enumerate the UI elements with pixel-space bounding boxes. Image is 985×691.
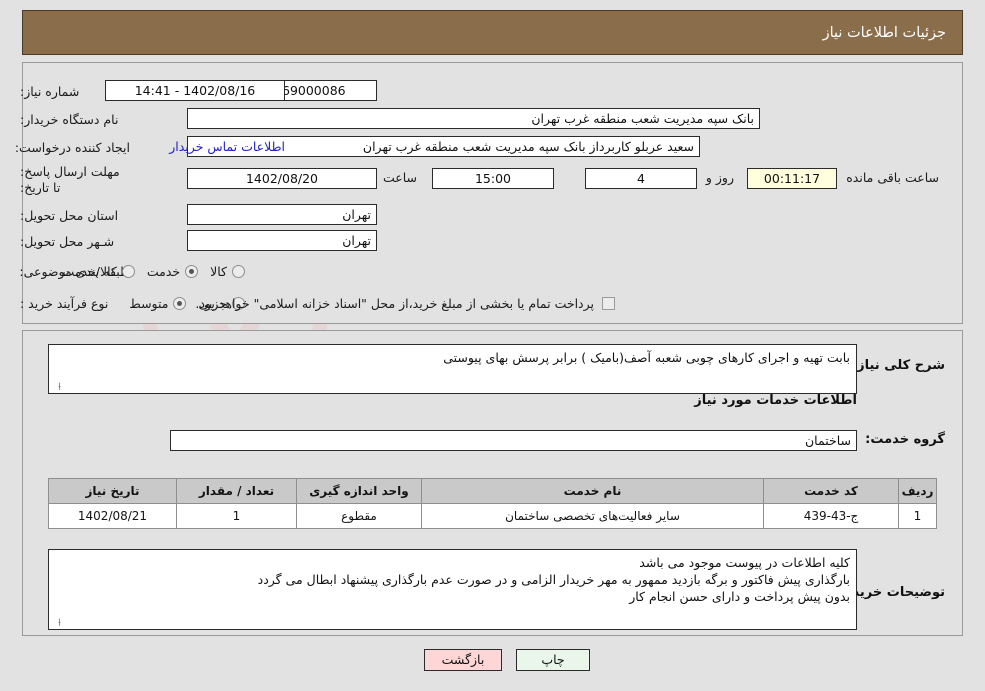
deadline-days-label: روز و (705, 170, 734, 185)
deadline-label: مهلت ارسال پاسخ: تا تاریخ: (20, 164, 120, 195)
deadline-remaining-label: ساعت باقی مانده (846, 170, 939, 185)
buyer-org-value: بانک سپه مدیریت شعب منطقه غرب تهران (187, 108, 760, 129)
cell-qty: 1 (176, 503, 297, 529)
page-title: جزئیات اطلاعات نیاز (822, 24, 946, 41)
th-name: نام خدمت (421, 478, 764, 504)
resize-grip-icon: ⟊ (58, 380, 61, 393)
announce-value: 1402/08/16 - 14:41 (105, 80, 285, 101)
cell-code: ج-43-439 (763, 503, 899, 529)
services-table: ردیف کد خدمت نام خدمت واحد اندازه گیری ت… (48, 478, 937, 529)
buyer-contact-link[interactable]: اطلاعات تماس خریدار (169, 139, 285, 154)
purchase-type-row: نوع فرآیند خرید : (12, 292, 130, 314)
city-value: تهران (187, 230, 377, 251)
province-label: استان محل تحویل: (20, 207, 119, 223)
requester-label: ایجاد کننده درخواست: (14, 139, 130, 155)
radio-purchase-medium[interactable] (173, 296, 187, 310)
buyer-note-line-1: کلیه اطلاعات در پیوست موجود می باشد (639, 555, 850, 570)
th-qty: تعداد / مقدار (176, 478, 297, 504)
th-code: کد خدمت (763, 478, 899, 504)
page-header: جزئیات اطلاعات نیاز (22, 10, 963, 55)
radio-category-goods-service[interactable] (121, 264, 135, 278)
radio-category-goods-label: کالا (210, 263, 227, 279)
radio-category-goods[interactable] (232, 264, 245, 278)
purchase-type-label: نوع فرآیند خرید : (20, 295, 109, 311)
city-label: شـهر محل تحویل: (20, 233, 115, 249)
th-date: تاریخ نیاز (48, 478, 177, 504)
deadline-time-label: ساعت (382, 170, 417, 185)
treasury-label: پرداخت تمام یا بخشی از مبلغ خرید،از محل … (195, 295, 594, 311)
deadline-date: 1402/08/20 (187, 168, 377, 189)
description-label: شرح کلی نیاز: (851, 358, 945, 373)
services-section-title: اطلاعات خدمات مورد نیاز (694, 393, 857, 408)
cell-unit: مقطوع (296, 503, 422, 529)
deadline-time: 15:00 (432, 168, 554, 189)
radio-category-service[interactable] (185, 264, 199, 278)
service-group-label: گروه خدمت: (865, 432, 945, 447)
deadline-days: 4 (585, 168, 697, 189)
deadline-row: مهلت ارسال پاسخ: تا تاریخ: (12, 164, 130, 204)
treasury-row: پرداخت تمام یا بخشی از مبلغ خرید،از محل … (195, 292, 615, 314)
service-group-value: ساختمان (170, 430, 857, 451)
radio-purchase-medium-label: متوسط (129, 295, 169, 311)
print-button[interactable]: چاپ (516, 649, 590, 671)
deadline-countdown: 00:11:17 (747, 168, 837, 189)
description-textarea[interactable]: بابت تهیه و اجرای کارهای چوبی شعبه آصف(ب… (48, 344, 857, 394)
requester-row: ایجاد کننده درخواست: (12, 136, 130, 158)
table-row: 1 ج-43-439 سایر فعالیت‌های تخصصی ساختمان… (48, 503, 937, 529)
cell-date: 1402/08/21 (48, 503, 177, 529)
city-row: شـهر محل تحویل: (12, 230, 130, 252)
province-row: استان محل تحویل: (12, 204, 130, 226)
buyer-note-line-3: بدون پیش پرداخت و دارای حسن انجام کار (629, 589, 850, 604)
buyer-notes-textarea[interactable]: کلیه اطلاعات در پیوست موجود می باشد بارگ… (48, 549, 857, 630)
treasury-checkbox[interactable] (602, 296, 615, 310)
buyer-note-line-2: بارگذاری پیش فاکتور و برگه بازدید ممهور … (257, 572, 850, 587)
province-value: تهران (187, 204, 377, 225)
buyer-org-row: نام دستگاه خریدار: (12, 108, 130, 130)
buyer-org-label: نام دستگاه خریدار: (20, 111, 119, 127)
radio-category-goods-service-label: کالا/خدمت (62, 263, 117, 279)
table-header-row: ردیف کد خدمت نام خدمت واحد اندازه گیری ت… (48, 478, 937, 504)
category-options: کالا خدمت کالا/خدمت (50, 260, 245, 282)
cell-name: سایر فعالیت‌های تخصصی ساختمان (421, 503, 764, 529)
back-button[interactable]: بازگشت (424, 649, 502, 671)
resize-grip-icon: ⟊ (58, 616, 61, 629)
th-unit: واحد اندازه گیری (296, 478, 422, 504)
th-index: ردیف (898, 478, 937, 504)
cell-index: 1 (898, 503, 937, 529)
radio-category-service-label: خدمت (146, 263, 181, 279)
page-root: AriaTender.net جزئیات اطلاعات نیاز شماره… (0, 0, 985, 691)
description-value: بابت تهیه و اجرای کارهای چوبی شعبه آصف(ب… (443, 350, 850, 365)
